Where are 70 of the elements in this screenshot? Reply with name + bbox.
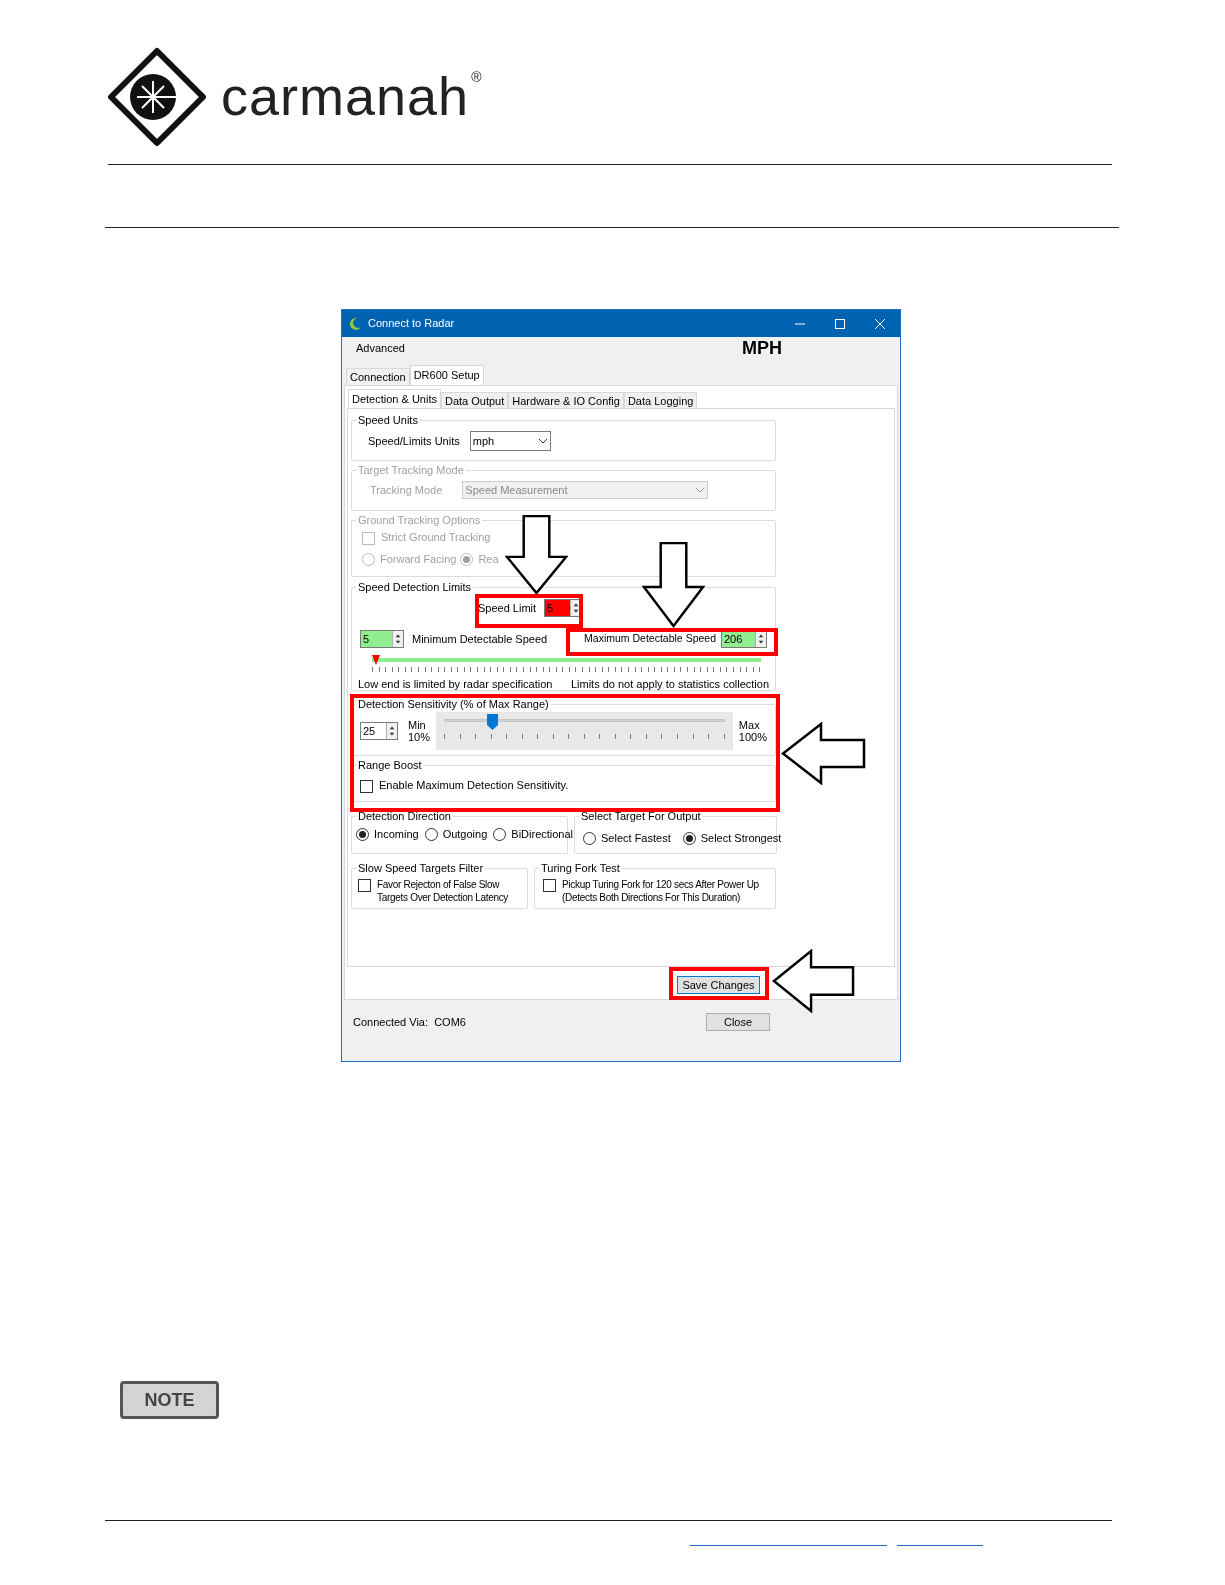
max-label: Max <box>738 719 761 731</box>
field-label: Speed/Limits Units <box>368 433 460 449</box>
tab[interactable]: Data Logging <box>623 392 698 408</box>
crescent-icon <box>348 316 362 331</box>
close-icon[interactable] <box>875 318 885 329</box>
group-title: Slow Speed Targets Filter <box>357 862 485 875</box>
chevron-down-icon[interactable] <box>537 438 548 444</box>
connection-status: Connected Via: COM6 <box>353 1014 466 1030</box>
field-label: Maximum Detectable Speed <box>584 631 716 647</box>
units-heading: MPH <box>742 336 782 360</box>
checkbox-label: Strict Ground Tracking <box>381 531 491 544</box>
slider-marker-icon[interactable] <box>372 655 380 665</box>
checkbox[interactable] <box>360 780 373 793</box>
spin-field[interactable]: 25 <box>360 722 398 740</box>
units-dropdown[interactable]: mph <box>469 431 551 451</box>
checkbox-label: Pickup Turing Fork for 120 secs After Power Up (Detects Both Directions For This Duration) <box>562 878 760 904</box>
checkbox-label: Enable Maximum Detection Sensitivity. <box>379 779 569 792</box>
tab[interactable]: DR600 Setup <box>409 365 484 385</box>
field-label: Minimum Detectable Speed <box>412 631 548 647</box>
radio-label: Rea <box>478 553 499 566</box>
sensitivity-slider[interactable] <box>436 712 733 750</box>
min-value: 10% <box>408 731 431 743</box>
checkbox[interactable] <box>543 879 556 892</box>
radio-label: BiDirectional <box>511 828 574 841</box>
radio-label: Incoming <box>374 828 419 841</box>
radio-label: Forward Facing <box>380 553 457 566</box>
group-title: Detection Direction <box>357 810 452 823</box>
group-title: Speed Units <box>357 414 419 427</box>
group-title: Target Tracking Mode <box>357 464 465 477</box>
maximize-icon[interactable] <box>835 318 845 329</box>
hint-text: Low end is limited by radar specification <box>358 677 553 692</box>
radio-button[interactable] <box>583 832 596 845</box>
close-button[interactable]: Close <box>706 1013 770 1031</box>
group-title: Turing Fork Test <box>540 862 621 875</box>
save-button[interactable]: Save Changes <box>677 976 760 994</box>
checkbox[interactable] <box>358 879 371 892</box>
radio-button[interactable] <box>356 828 369 841</box>
spin-arrows-icon[interactable] <box>386 723 397 739</box>
logo-text: carmanah <box>221 65 470 129</box>
field-label: Speed Limit <box>478 600 537 616</box>
field-label: Tracking Mode <box>370 482 443 498</box>
slider-thumb[interactable] <box>486 714 498 730</box>
group-title: Select Target For Output <box>580 810 702 823</box>
menu-item[interactable]: Advanced <box>350 339 411 357</box>
tab[interactable]: Data Output <box>441 392 509 408</box>
spin-arrows-icon[interactable] <box>392 631 403 647</box>
min-label: Min <box>408 719 427 731</box>
spin-arrows-icon[interactable] <box>570 600 582 616</box>
max-value: 100% <box>738 731 767 743</box>
logo-icon <box>107 47 207 147</box>
group-title: Detection Sensitivity (% of Max Range) <box>357 698 550 711</box>
registered-mark: ® <box>471 69 482 86</box>
radio-label: Outgoing <box>442 828 488 841</box>
radio-label: Select Fastest <box>601 832 671 845</box>
radio-button[interactable] <box>682 832 696 845</box>
window-title: Connect to Radar <box>368 316 455 332</box>
tab[interactable]: Detection & Units <box>348 389 441 408</box>
spin-arrows-icon[interactable] <box>755 631 766 647</box>
tab[interactable]: Hardware & IO Config <box>508 392 624 408</box>
spin-field[interactable]: 5 <box>360 630 404 648</box>
radio-button[interactable] <box>424 828 438 841</box>
hint-text: Limits do not apply to statistics collection <box>570 677 769 692</box>
radio-label: Select Strongest <box>700 832 782 845</box>
group-title: Ground Tracking Options <box>357 514 482 527</box>
tab[interactable]: Connection <box>346 368 410 385</box>
checkbox-label: Favor Rejecton of False Slow Targets Over Detection Latency <box>377 878 510 904</box>
radio-button[interactable] <box>493 828 507 841</box>
group-title: Speed Detection Limits <box>357 581 473 594</box>
note-badge: NOTE <box>120 1381 219 1419</box>
group-title: Range Boost <box>357 759 423 772</box>
